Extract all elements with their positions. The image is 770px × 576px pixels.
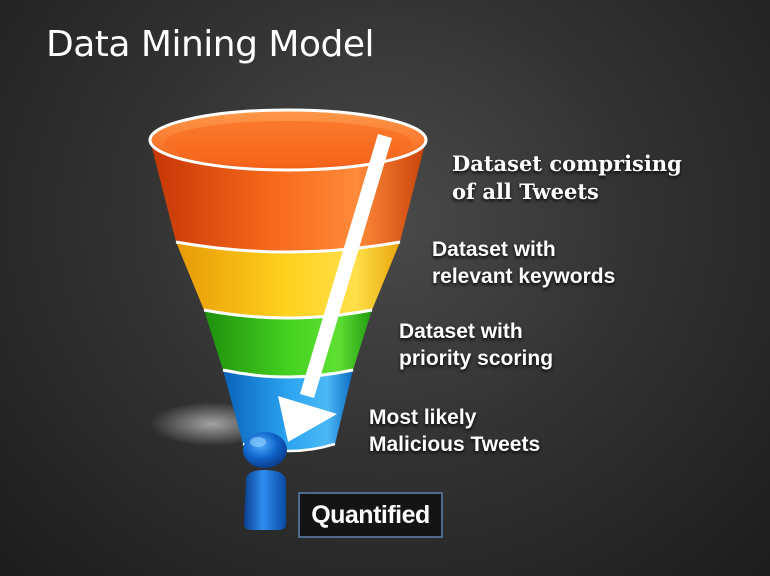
result-label: Quantified	[311, 500, 430, 529]
result-box: Quantified	[298, 492, 443, 538]
stage-label-3: Dataset with priority scoring	[399, 320, 554, 370]
stage-label-1: Dataset comprising of all Tweets	[452, 151, 682, 204]
stage-label-2: Dataset with relevant keywords	[432, 238, 616, 288]
funnel-diagram	[148, 108, 428, 530]
funnel-stage-3	[204, 310, 372, 377]
person-icon	[243, 432, 287, 530]
stage-label-4: Most likely Malicious Tweets	[369, 406, 541, 456]
